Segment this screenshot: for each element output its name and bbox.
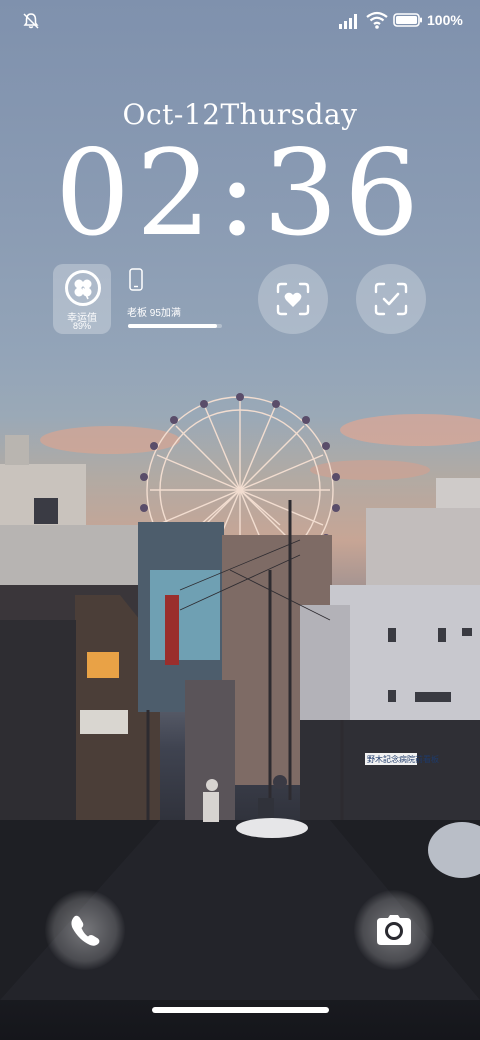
luck-value: 89% bbox=[72, 321, 91, 331]
status-bar: 100% bbox=[0, 0, 480, 40]
wifi-icon bbox=[366, 11, 388, 29]
battery-icon bbox=[393, 13, 422, 27]
battery-percentage: 100% bbox=[427, 12, 463, 28]
phone-shortcut-button[interactable] bbox=[45, 890, 125, 970]
phone-device-icon bbox=[129, 268, 143, 291]
lock-clock: 02:36 bbox=[54, 124, 426, 262]
device-battery-bar-fill bbox=[128, 324, 218, 328]
luck-widget[interactable]: 幸运值 89% bbox=[53, 264, 111, 334]
wallpaper-sign: 野木記念病院前看板 bbox=[367, 754, 439, 764]
signal-icon bbox=[339, 14, 357, 29]
camera-shortcut-button[interactable] bbox=[354, 890, 434, 970]
lock-screen: 野木記念病院前看板 100% Oct-12Thursday 02:36 幸运值 … bbox=[0, 0, 480, 1040]
home-indicator[interactable] bbox=[152, 1007, 329, 1013]
phone-icon bbox=[71, 915, 100, 946]
device-battery-bar bbox=[128, 324, 222, 328]
scan-check-button[interactable] bbox=[356, 264, 426, 334]
face-unlock-button[interactable] bbox=[258, 264, 328, 334]
camera-icon bbox=[377, 915, 411, 945]
clover-icon bbox=[65, 270, 101, 306]
scan-check-icon bbox=[374, 282, 408, 316]
silent-bell-icon bbox=[23, 13, 39, 29]
face-heart-icon bbox=[276, 282, 310, 316]
device-battery-label: 老板 95加满 bbox=[127, 308, 181, 319]
